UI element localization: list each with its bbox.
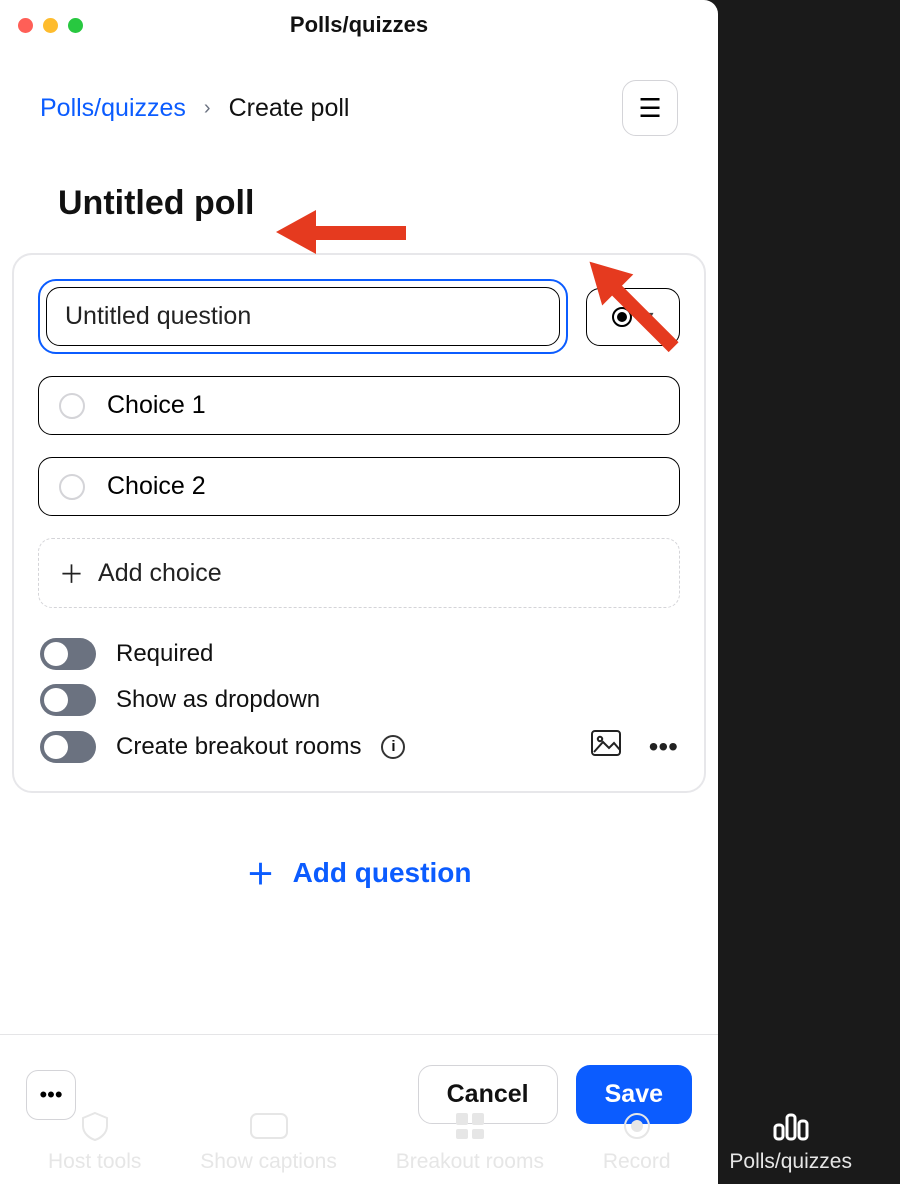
titlebar: Polls/quizzes bbox=[0, 0, 718, 50]
radio-empty-icon bbox=[59, 393, 85, 419]
toolbar-label: Record bbox=[603, 1150, 671, 1174]
toggle-required-label: Required bbox=[116, 640, 213, 668]
plus-icon: ＋ bbox=[59, 555, 84, 591]
add-choice-label: Add choice bbox=[98, 559, 222, 588]
polls-window: Polls/quizzes Polls/quizzes › Create pol… bbox=[0, 0, 718, 1184]
toolbar-host-tools[interactable]: Host tools bbox=[48, 1108, 141, 1174]
menu-button[interactable]: ☰ bbox=[622, 80, 678, 136]
radio-empty-icon bbox=[59, 474, 85, 500]
add-question-button[interactable]: ＋ Add question bbox=[247, 853, 472, 893]
question-input-focus-ring bbox=[38, 279, 568, 354]
toolbar-label: Host tools bbox=[48, 1150, 141, 1174]
image-icon[interactable] bbox=[591, 730, 621, 763]
annotation-arrow-icon bbox=[276, 210, 406, 254]
question-options: Required Show as dropdown Create breakou… bbox=[38, 638, 680, 767]
bar-chart-icon bbox=[771, 1108, 811, 1144]
close-window-icon[interactable] bbox=[18, 18, 33, 33]
toggle-show-as-dropdown[interactable] bbox=[40, 684, 96, 716]
maximize-window-icon[interactable] bbox=[68, 18, 83, 33]
question-row-icons: ••• bbox=[591, 730, 678, 763]
toggle-breakout-left: Create breakout rooms i bbox=[40, 731, 405, 763]
toolbar-show-captions[interactable]: Show captions bbox=[200, 1108, 337, 1174]
toolbar-label: Show captions bbox=[200, 1150, 337, 1174]
breadcrumb-current: Create poll bbox=[229, 94, 350, 123]
breadcrumb-row: Polls/quizzes › Create poll ☰ bbox=[12, 50, 706, 166]
choice-option[interactable]: Choice 1 bbox=[38, 376, 680, 435]
toggle-breakout-label: Create breakout rooms bbox=[116, 733, 361, 761]
toolbar-breakout-rooms[interactable]: Breakout rooms bbox=[396, 1108, 544, 1174]
hamburger-icon: ☰ bbox=[638, 93, 661, 124]
traffic-lights bbox=[18, 18, 83, 33]
window-title: Polls/quizzes bbox=[290, 12, 428, 38]
plus-icon: ＋ bbox=[247, 853, 275, 893]
more-options-icon[interactable]: ••• bbox=[649, 731, 678, 763]
toggle-required-row: Required bbox=[40, 638, 678, 670]
toggle-dropdown-label: Show as dropdown bbox=[116, 686, 320, 714]
shield-icon bbox=[79, 1108, 111, 1144]
breakout-rooms-icon bbox=[454, 1108, 486, 1144]
choice-label: Choice 2 bbox=[107, 472, 206, 501]
choice-option[interactable]: Choice 2 bbox=[38, 457, 680, 516]
breadcrumb: Polls/quizzes › Create poll bbox=[40, 94, 349, 123]
minimize-window-icon[interactable] bbox=[43, 18, 58, 33]
toggle-dropdown-row: Show as dropdown bbox=[40, 684, 678, 716]
chevron-right-icon: › bbox=[204, 97, 211, 120]
toggle-required[interactable] bbox=[40, 638, 96, 670]
add-question-label: Add question bbox=[293, 857, 472, 889]
add-question-row: ＋ Add question bbox=[12, 793, 706, 933]
breadcrumb-root-link[interactable]: Polls/quizzes bbox=[40, 94, 186, 123]
toolbar-label: Polls/quizzes bbox=[729, 1150, 852, 1174]
toolbar-record[interactable]: Record bbox=[603, 1108, 671, 1174]
record-icon bbox=[622, 1108, 652, 1144]
toolbar-label: Breakout rooms bbox=[396, 1150, 544, 1174]
content-area: Polls/quizzes › Create poll ☰ Untitled p… bbox=[0, 50, 718, 1034]
add-choice-button[interactable]: ＋ Add choice bbox=[38, 538, 680, 608]
question-text-input[interactable] bbox=[46, 287, 560, 346]
captions-icon bbox=[249, 1108, 289, 1144]
toggle-breakout-row: Create breakout rooms i ••• bbox=[40, 730, 678, 763]
meeting-toolbar: Host tools Show captions Breakout rooms … bbox=[0, 1092, 900, 1184]
toggle-create-breakout-rooms[interactable] bbox=[40, 731, 96, 763]
toolbar-polls-quizzes[interactable]: Polls/quizzes bbox=[729, 1108, 852, 1174]
info-icon[interactable]: i bbox=[381, 735, 405, 759]
choice-label: Choice 1 bbox=[107, 391, 206, 420]
